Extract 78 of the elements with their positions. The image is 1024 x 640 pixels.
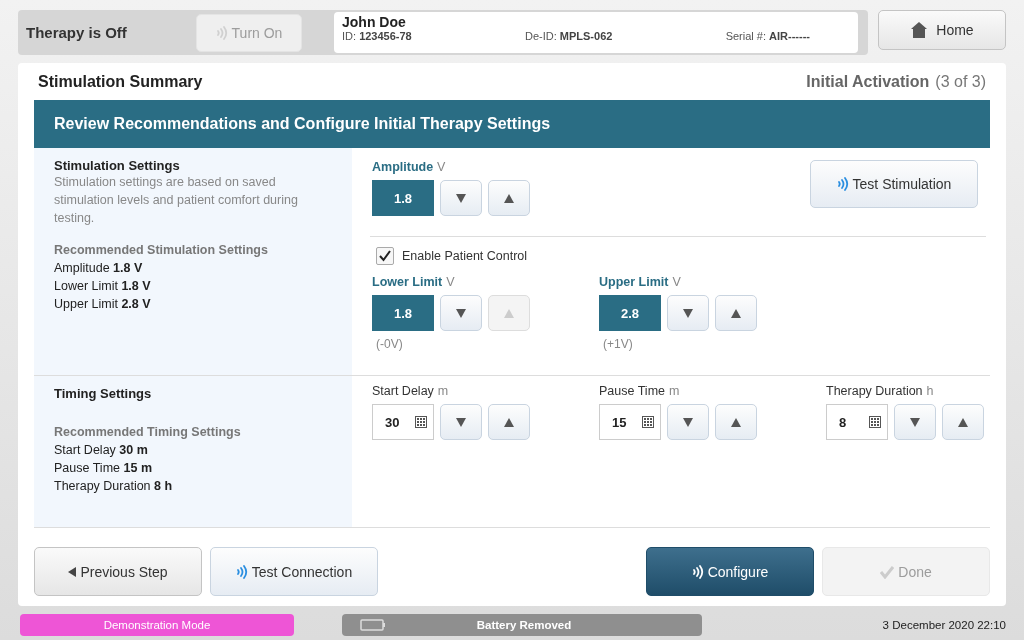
limit-note: (+1V) [603, 337, 634, 351]
increase-button[interactable] [715, 295, 757, 331]
increase-button[interactable] [488, 404, 530, 440]
keypad-icon [869, 416, 881, 428]
section-description: Stimulation settings are based on saved stimulation levels and patient comfort during testing. [54, 174, 299, 227]
therapy-status: Therapy is Off [26, 24, 128, 41]
patient-name: John Doe [342, 14, 407, 30]
recommended-value: Therapy Duration 8 h [54, 478, 174, 495]
signal-icon [691, 563, 704, 580]
recommended-value: Start Delay 30 m [54, 442, 149, 459]
left-triangle-icon [68, 566, 77, 577]
previous-step-button[interactable]: Previous Step [34, 547, 202, 596]
down-triangle-icon [910, 417, 920, 427]
patient-field: ID: 123456-78 [342, 30, 412, 42]
patient-field: De-ID: MPLS-062 [524, 30, 613, 42]
field-label: Amplitude V [372, 160, 447, 174]
decrease-button[interactable] [667, 404, 709, 440]
decrease-button[interactable] [440, 180, 482, 216]
step-indicator: Initial Activation (3 of 3) [806, 72, 986, 91]
keypad-icon [642, 416, 654, 428]
keypad-icon [415, 416, 427, 428]
demo-mode-badge: Demonstration Mode [20, 614, 294, 636]
decrease-button[interactable] [440, 295, 482, 331]
test-connection-button[interactable]: Test Connection [210, 547, 378, 596]
signal-icon [836, 176, 849, 192]
signal-icon [215, 24, 228, 41]
recommended-value: Lower Limit 1.8 V [54, 278, 152, 295]
recommended-value: Upper Limit 2.8 V [54, 296, 152, 313]
down-triangle-icon [683, 308, 693, 318]
home-icon [910, 21, 929, 39]
check-icon [880, 564, 895, 579]
home-button[interactable]: Home [878, 10, 1006, 50]
recommended-heading: Recommended Stimulation Settings [54, 243, 269, 257]
section-banner: Review Recommendations and Configure Initial Therapy Settings [34, 100, 990, 148]
up-triangle-icon [504, 417, 514, 427]
decrease-button[interactable] [667, 295, 709, 331]
up-triangle-icon [731, 417, 741, 427]
patient-field: Serial #: AIR------ [725, 30, 810, 42]
field-label: Pause Time m [599, 384, 681, 398]
increase-button[interactable] [942, 404, 984, 440]
date-time: 3 December 2020 22:10 [882, 619, 1006, 631]
page-title: Stimulation Summary [38, 72, 203, 91]
increase-button[interactable] [715, 404, 757, 440]
value-field[interactable]: 8 [826, 404, 888, 440]
recommended-heading: Recommended Timing Settings [54, 425, 242, 439]
value-display: 1.8 [372, 295, 434, 331]
up-triangle-icon [731, 308, 741, 318]
checkbox-label: Enable Patient Control [402, 249, 528, 263]
checkbox[interactable] [376, 247, 394, 265]
down-triangle-icon [456, 193, 466, 203]
section-heading: Stimulation Settings [54, 158, 181, 173]
value-display: 1.8 [372, 180, 434, 216]
field-label: Start Delay m [372, 384, 450, 398]
decrease-button[interactable] [440, 404, 482, 440]
section-heading: Timing Settings [54, 386, 153, 401]
recommended-value: Amplitude 1.8 V [54, 260, 144, 277]
up-triangle-icon [504, 308, 514, 318]
configure-button[interactable]: Configure [646, 547, 814, 596]
limit-note: (-0V) [376, 337, 404, 351]
field-label: Therapy Duration h [826, 384, 935, 398]
down-triangle-icon [456, 417, 466, 427]
down-triangle-icon [683, 417, 693, 427]
field-label: Lower Limit V [372, 275, 456, 289]
decrease-button[interactable] [894, 404, 936, 440]
test-stimulation-button[interactable]: Test Stimulation [810, 160, 978, 208]
battery-icon [360, 619, 386, 631]
recommended-value: Pause Time 15 m [54, 460, 153, 477]
signal-icon [235, 563, 248, 580]
value-field[interactable]: 30 [372, 404, 434, 440]
value-field[interactable]: 15 [599, 404, 661, 440]
field-label: Upper Limit V [599, 275, 682, 289]
down-triangle-icon [456, 308, 466, 318]
increase-button[interactable] [488, 180, 530, 216]
up-triangle-icon [958, 417, 968, 427]
value-display: 2.8 [599, 295, 661, 331]
up-triangle-icon [504, 193, 514, 203]
battery-label: Battery Removed [475, 619, 573, 631]
check-icon [379, 250, 391, 262]
